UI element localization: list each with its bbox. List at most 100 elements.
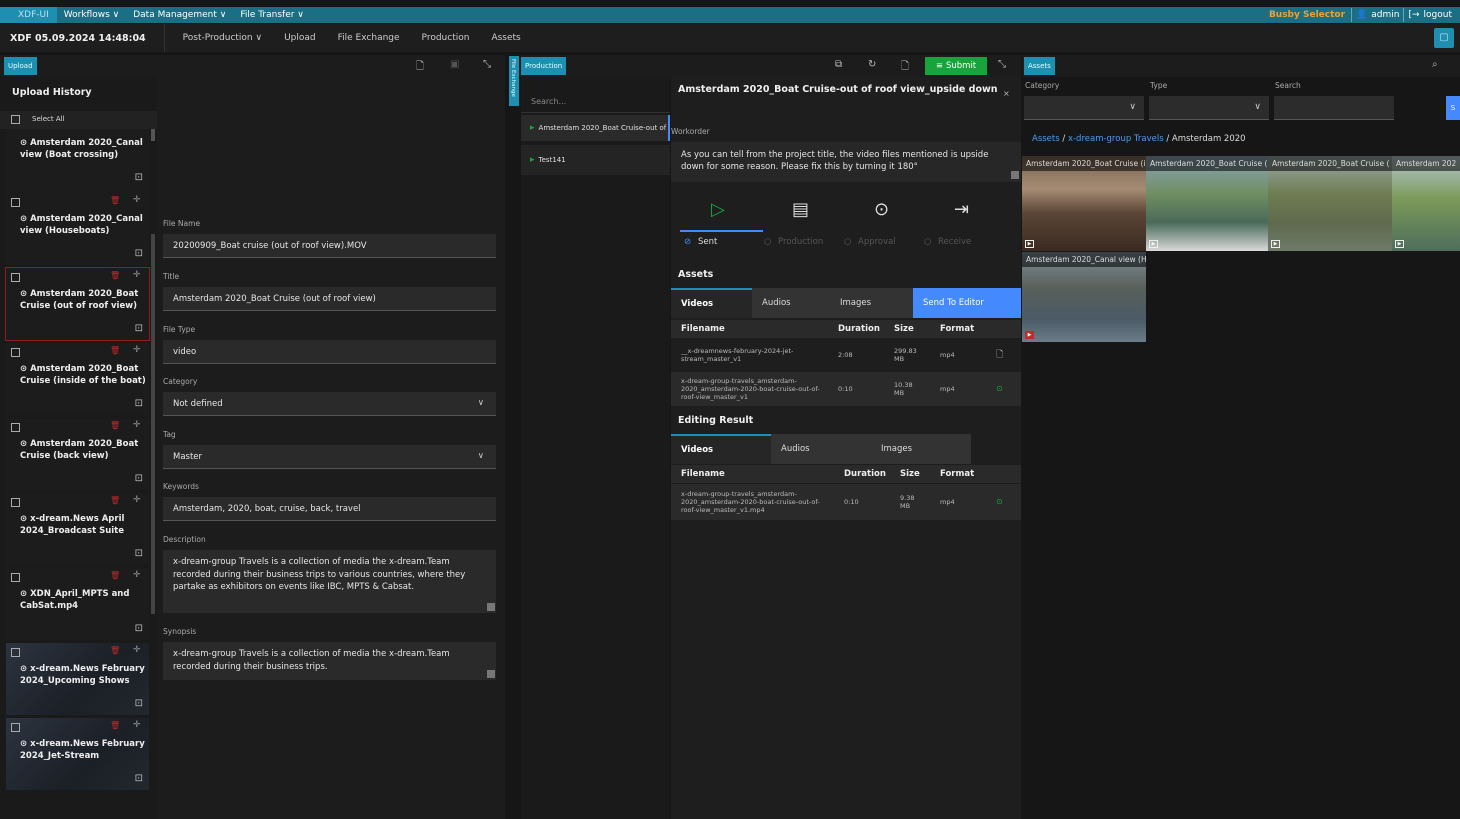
submit-button[interactable]: ≡ Submit — [925, 57, 987, 75]
table-row[interactable]: __x-dreamnews-february-2024-jet-stream_m… — [671, 338, 1021, 372]
menu-workflows[interactable]: Workflows ∨ — [57, 10, 126, 20]
send-to-editor-button[interactable]: Send To Editor — [913, 288, 1021, 318]
delete-icon[interactable]: 🗑 — [110, 421, 120, 430]
resize-handle[interactable] — [487, 603, 495, 611]
card-checkbox[interactable] — [11, 648, 20, 657]
workorder-review-icon[interactable]: ▤ — [792, 199, 809, 220]
history-card[interactable]: 🗑 ✛ ⊙ x-dream.News April 2024_Broadcast Su… — [6, 493, 149, 565]
production-list-item[interactable]: ▸ Amsterdam 2020_Boat Cruise-out of — [521, 115, 670, 141]
delete-icon[interactable]: 🗑 — [110, 346, 120, 355]
new-file-icon[interactable]: 🗋 — [416, 59, 424, 76]
card-checkbox[interactable] — [11, 423, 20, 432]
video-file-icon[interactable]: ⊡ — [135, 172, 143, 183]
nav-post-production[interactable]: Post-Production ∨ — [165, 33, 273, 43]
search-icon[interactable]: ⌕ — [1432, 59, 1438, 70]
add-icon[interactable]: ✛ — [133, 420, 141, 430]
add-icon[interactable]: ✛ — [133, 345, 141, 355]
select-all-row[interactable]: Select All — [0, 111, 157, 129]
collapse-icon[interactable]: ⤡ — [998, 59, 1006, 70]
table-row[interactable]: x-dream-group-travels_amsterdam-2020_ams… — [671, 484, 1021, 520]
card-checkbox[interactable] — [11, 498, 20, 507]
menu-file-transfer[interactable]: File Transfer ∨ — [233, 10, 311, 20]
add-icon[interactable]: ✛ — [133, 495, 141, 505]
file-name-field[interactable]: 20200909_Boat cruise (out of roof view).… — [163, 234, 496, 258]
file-type-field[interactable]: video — [163, 340, 496, 364]
category-filter-select[interactable]: ∨ — [1024, 96, 1144, 120]
asset-thumbnail[interactable]: Amsterdam 2020_Boat Cruise (i ▶ — [1022, 156, 1146, 251]
new-file-icon[interactable]: 🗋 — [901, 59, 909, 76]
asset-thumbnail[interactable]: Amsterdam 2020_Boat Cruise (▶ — [1268, 156, 1392, 251]
menu-data-management[interactable]: Data Management ∨ — [126, 10, 233, 20]
video-file-icon[interactable]: ⊡ — [135, 548, 143, 559]
card-checkbox[interactable] — [11, 573, 20, 582]
tab-videos[interactable]: Videos — [671, 434, 771, 464]
scrollbar-thumb[interactable] — [151, 129, 155, 141]
video-file-icon[interactable]: ⊡ — [135, 398, 143, 409]
resize-handle[interactable] — [487, 670, 495, 678]
table-row[interactable]: x-dream-group-travels_amsterdam-2020_ams… — [671, 372, 1021, 406]
title-field[interactable]: Amsterdam 2020_Boat Cruise (out of roof … — [163, 287, 496, 311]
add-icon[interactable]: ✛ — [133, 720, 141, 730]
delete-icon[interactable]: 🗑 — [110, 271, 120, 280]
video-file-icon[interactable]: ⊡ — [135, 473, 143, 484]
tab-images[interactable]: Images — [830, 288, 913, 318]
breadcrumb-travels[interactable]: x-dream-group Travels — [1068, 134, 1164, 144]
history-card[interactable]: ⊙ Amsterdam 2020_Canal view (Boat crossi… — [6, 129, 149, 201]
busby-selector[interactable]: Busby Selector — [1269, 10, 1347, 20]
add-icon[interactable]: ✛ — [133, 195, 141, 205]
refresh-icon[interactable]: ↻ — [868, 59, 876, 70]
nav-upload[interactable]: Upload — [273, 33, 327, 43]
select-all-checkbox[interactable] — [11, 115, 20, 124]
approval-check-icon[interactable]: ⊙ — [874, 199, 889, 220]
add-icon[interactable]: ✛ — [133, 645, 141, 655]
tag-select[interactable]: Master ∨ — [163, 445, 496, 469]
delete-icon[interactable]: 🗑 — [110, 196, 120, 205]
history-card[interactable]: 🗑 ✛ ⊙ Amsterdam 2020_Boat Cruise (back vie… — [6, 418, 149, 490]
save-icon[interactable]: ▣ — [450, 59, 459, 70]
asset-thumbnail[interactable]: Amsterdam 202 ▶ — [1392, 156, 1460, 251]
keywords-field[interactable]: Amsterdam, 2020, boat, cruise, back, tra… — [163, 497, 496, 521]
production-list-item[interactable]: ▸ Test141 — [521, 145, 670, 175]
user-name[interactable]: admin — [1371, 10, 1399, 20]
tab-images[interactable]: Images — [871, 434, 971, 464]
close-icon[interactable]: × — [1003, 89, 1010, 98]
history-card[interactable]: 🗑 ✛ ⊙ x-dream.News February 2024_Upcoming … — [6, 643, 149, 715]
video-file-icon[interactable]: ⊡ — [135, 773, 143, 784]
file-exchange-tab[interactable]: File Exchange — [509, 56, 519, 106]
tab-audios[interactable]: Audios — [771, 434, 871, 464]
delete-icon[interactable]: 🗑 — [110, 646, 120, 655]
app-brand[interactable]: XDF-UI — [0, 7, 57, 23]
type-filter-select[interactable]: ∨ — [1149, 96, 1269, 120]
card-checkbox[interactable] — [11, 273, 20, 282]
logout-link[interactable]: logout — [1424, 10, 1452, 20]
nav-assets[interactable]: Assets — [480, 33, 531, 43]
add-icon[interactable]: ✛ — [133, 570, 141, 580]
card-checkbox[interactable] — [11, 198, 20, 207]
history-card[interactable]: 🗑 ✛ ⊙ Amsterdam 2020_Canal view (Houseboat… — [6, 193, 149, 265]
nav-file-exchange[interactable]: File Exchange — [327, 33, 411, 43]
synopsis-textarea[interactable]: x-dream-group Travels is a collection of… — [163, 642, 496, 680]
layout-toggle-icon[interactable]: ▢ — [1434, 28, 1454, 48]
delete-icon[interactable]: 🗑 — [110, 496, 120, 505]
production-search-input[interactable]: Search... — [521, 91, 670, 113]
breadcrumb-assets[interactable]: Assets — [1032, 134, 1060, 144]
asset-search-input[interactable] — [1274, 96, 1394, 120]
history-card[interactable]: 🗑 ✛ ⊙ Amsterdam 2020_Boat Cruise (out of r… — [5, 267, 150, 341]
workorder-text[interactable]: As you can tell from the project title, … — [671, 142, 1021, 182]
tab-audios[interactable]: Audios — [752, 288, 830, 318]
video-file-icon[interactable]: ⊡ — [135, 698, 143, 709]
asset-thumbnail[interactable]: Amsterdam 2020_Boat Cruise (▶ — [1146, 156, 1268, 251]
delete-icon[interactable]: 🗑 — [110, 571, 120, 580]
add-icon[interactable]: ✛ — [133, 270, 141, 280]
resize-handle[interactable] — [1011, 171, 1019, 179]
collapse-icon[interactable]: ⤡ — [483, 59, 491, 70]
send-icon[interactable]: ▷ — [711, 199, 725, 220]
video-file-icon[interactable]: ⊡ — [135, 323, 143, 334]
card-checkbox[interactable] — [11, 723, 20, 732]
tab-videos[interactable]: Videos — [671, 288, 752, 318]
search-button[interactable]: S — [1446, 96, 1460, 120]
history-card[interactable]: 🗑 ✛ ⊙ x-dream.News February 2024_Jet-Strea… — [6, 718, 149, 790]
scrollbar-track[interactable] — [151, 234, 155, 614]
description-textarea[interactable]: x-dream-group Travels is a collection of… — [163, 550, 496, 613]
file-icon[interactable]: 🗋 — [996, 351, 1003, 360]
